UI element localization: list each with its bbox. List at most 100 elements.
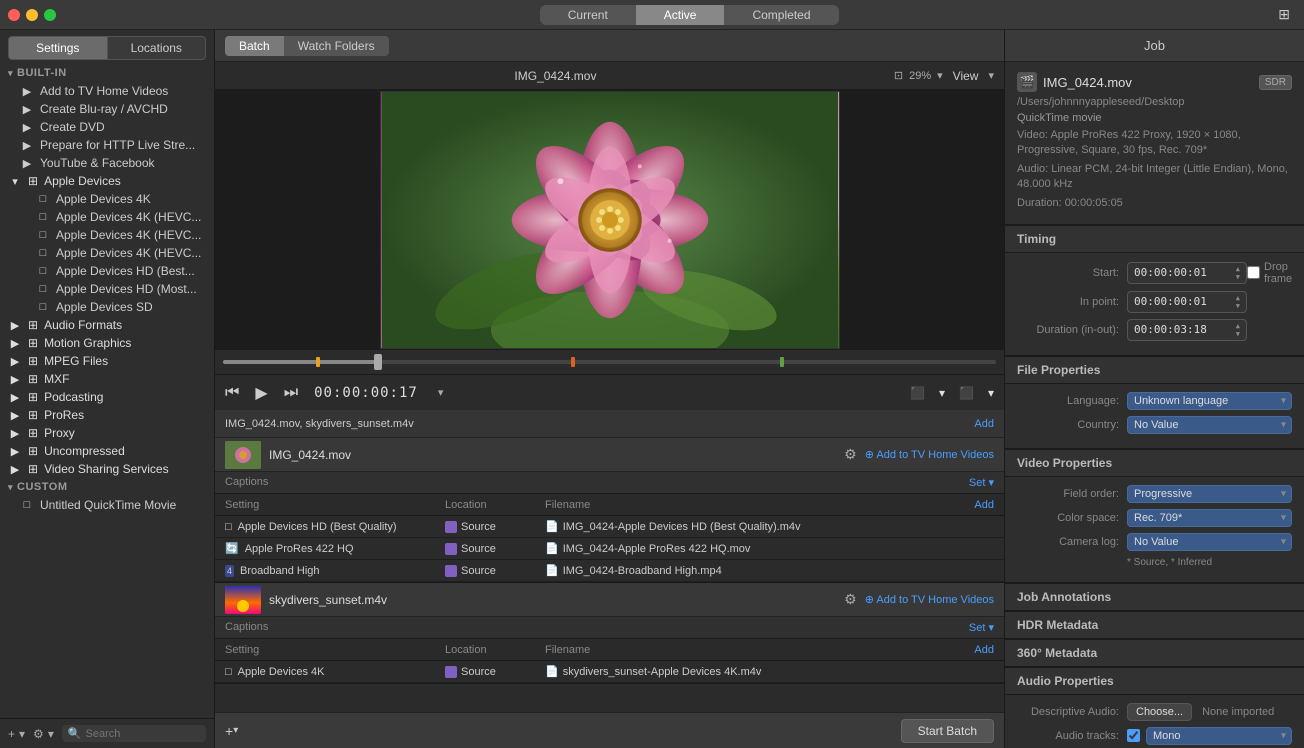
file-2-output-add-button[interactable]: Add — [974, 644, 994, 656]
section-custom[interactable]: ▾ CUSTOM — [0, 478, 214, 496]
sidebar-item-apple-sd[interactable]: □ Apple Devices SD — [0, 298, 214, 316]
mark-in-button[interactable]: ⬛ — [904, 384, 931, 402]
start-batch-button[interactable]: Start Batch — [901, 719, 994, 743]
timecode-display: 00:00:00:17 — [314, 385, 418, 401]
field-order-select[interactable]: Progressive — [1127, 485, 1292, 503]
section-file-props[interactable]: File Properties — [1005, 356, 1304, 384]
drop-frame-checkbox[interactable] — [1247, 266, 1260, 279]
duration-timecode-input[interactable]: 00:00:03:18 ▲▼ — [1127, 319, 1247, 341]
search-input[interactable] — [86, 728, 200, 740]
sidebar-item-bluray[interactable]: ▶ Create Blu-ray / AVCHD — [0, 100, 214, 118]
batch-header: IMG_0424.mov, skydivers_sunset.m4v Add — [215, 410, 1004, 438]
sidebar-group-proxy[interactable]: ▶ ⊞ Proxy — [0, 424, 214, 442]
output-2-setting: Apple ProRes 422 HQ — [245, 543, 354, 555]
right-panel: Job 🎬 IMG_0424.mov SDR /Users/johnnnyapp… — [1004, 30, 1304, 748]
language-select[interactable]: Unknown language — [1127, 392, 1292, 410]
camera-log-label: Camera log: — [1017, 536, 1127, 548]
add-item-button[interactable]: + — [225, 723, 233, 739]
camera-log-select[interactable]: No Value — [1127, 533, 1292, 551]
sidebar-item-apple-4k-hevc2[interactable]: □ Apple Devices 4K (HEVC... — [0, 226, 214, 244]
maximize-button[interactable] — [44, 9, 56, 21]
gear-icon: ⚙ — [33, 727, 44, 741]
videoshare-group-icon: ▶ — [8, 462, 22, 476]
play-button[interactable]: ▶ — [255, 383, 267, 403]
audio-mono-select[interactable]: Mono — [1146, 727, 1292, 745]
file-1-add-to-button[interactable]: ⊕ Add to TV Home Videos — [865, 448, 994, 461]
sidebar-item-add-to-tv[interactable]: ▶ Add to TV Home Videos — [0, 82, 214, 100]
output-1-icon: □ — [225, 521, 232, 533]
section-video-props[interactable]: Video Properties — [1005, 449, 1304, 477]
sidebar-group-mxf[interactable]: ▶ ⊞ MXF — [0, 370, 214, 388]
batch-add-button[interactable]: Add — [974, 418, 994, 430]
file-1-output-add-button[interactable]: Add — [974, 499, 994, 511]
sidebar-group-audio-formats[interactable]: ▶ ⊞ Audio Formats — [0, 316, 214, 334]
camera-log-select-wrapper: No Value — [1127, 533, 1292, 551]
go-to-end-button[interactable]: ⏭ — [284, 384, 298, 402]
sidebar-tab-locations[interactable]: Locations — [108, 36, 207, 60]
output-3-setting: Broadband High — [240, 565, 320, 577]
section-job-annotations[interactable]: Job Annotations — [1005, 583, 1304, 611]
section-hdr-metadata[interactable]: HDR Metadata — [1005, 611, 1304, 639]
mark-out-button[interactable]: ⬛ — [953, 384, 980, 402]
close-button[interactable] — [8, 9, 20, 21]
setting-col-header: Setting — [225, 499, 445, 511]
sidebar-group-motion-graphics[interactable]: ▶ ⊞ Motion Graphics — [0, 334, 214, 352]
audio-track-checkbox[interactable] — [1127, 729, 1140, 742]
add-preset-button[interactable]: + ▾ — [8, 727, 25, 741]
tab-batch[interactable]: Batch — [225, 36, 284, 56]
go-to-start-button[interactable]: ⏮ — [225, 384, 239, 402]
sidebar-item-apple-hd-best[interactable]: □ Apple Devices HD (Best... — [0, 262, 214, 280]
job-file-section: 🎬 IMG_0424.mov SDR /Users/johnnnyapplese… — [1005, 62, 1304, 225]
sidebar-group-apple-devices[interactable]: ▾ ⊞ Apple Devices — [0, 172, 214, 190]
layout-icon[interactable]: ⊞ — [1272, 4, 1296, 25]
sidebar-group-mpeg[interactable]: ▶ ⊞ MPEG Files — [0, 352, 214, 370]
tab-completed[interactable]: Completed — [724, 5, 838, 25]
country-select[interactable]: No Value — [1127, 416, 1292, 434]
tab-current[interactable]: Current — [540, 5, 636, 25]
start-timecode-input[interactable]: 00:00:00:01 ▲▼ — [1127, 262, 1247, 284]
file-1-section: IMG_0424.mov ⚙ ⊕ Add to TV Home Videos C… — [215, 438, 1004, 583]
drop-frame-label: Drop frame — [1247, 261, 1292, 285]
sidebar-tab-settings[interactable]: Settings — [8, 36, 108, 60]
section-builtin[interactable]: ▾ BUILT-IN — [0, 64, 214, 82]
file-1-thumbnail — [225, 441, 261, 469]
file-2-output-header: Setting Location Filename Add — [215, 639, 1004, 661]
sidebar-group-podcasting[interactable]: ▶ ⊞ Podcasting — [0, 388, 214, 406]
sidebar-group-video-sharing[interactable]: ▶ ⊞ Video Sharing Services — [0, 460, 214, 478]
sidebar-group-uncompressed[interactable]: ▶ ⊞ Uncompressed — [0, 442, 214, 460]
location-col-header: Location — [445, 499, 545, 511]
add-dropdown-button[interactable]: ▾ — [233, 725, 238, 736]
set-label-2[interactable]: Set ▾ — [969, 621, 994, 634]
inpoint-timecode-input[interactable]: 00:00:00:01 ▲▼ — [1127, 291, 1247, 313]
section-timing[interactable]: Timing — [1005, 225, 1304, 253]
sidebar-item-apple-hd-most[interactable]: □ Apple Devices HD (Most... — [0, 280, 214, 298]
scrubber-thumb[interactable] — [374, 354, 382, 370]
sidebar-item-untitled-quicktime[interactable]: □ Untitled QuickTime Movie — [0, 496, 214, 514]
set-label[interactable]: Set ▾ — [969, 476, 994, 489]
tab-watch-folders[interactable]: Watch Folders — [284, 36, 389, 56]
section-audio-props[interactable]: Audio Properties — [1005, 667, 1304, 695]
timecode-arrows: ▲▼ — [1236, 265, 1240, 281]
choose-button[interactable]: Choose... — [1127, 703, 1192, 721]
minimize-button[interactable] — [26, 9, 38, 21]
view-button[interactable]: View — [949, 69, 983, 83]
scrubber-area[interactable] — [215, 350, 1004, 374]
sidebar-item-apple-4k-hevc1[interactable]: □ Apple Devices 4K (HEVC... — [0, 208, 214, 226]
sidebar-item-youtube[interactable]: ▶ YouTube & Facebook — [0, 154, 214, 172]
file-2-add-to-button[interactable]: ⊕ Add to TV Home Videos — [865, 593, 994, 606]
tab-active[interactable]: Active — [636, 5, 725, 25]
output-f2-1-setting: Apple Devices 4K — [238, 666, 325, 678]
sidebar-item-apple-4k[interactable]: □ Apple Devices 4K — [0, 190, 214, 208]
timecode-dropdown-icon[interactable]: ▾ — [438, 386, 444, 399]
scrubber-track[interactable] — [223, 360, 996, 364]
sidebar-item-apple-4k-hevc3[interactable]: □ Apple Devices 4K (HEVC... — [0, 244, 214, 262]
file-1-header: IMG_0424.mov ⚙ ⊕ Add to TV Home Videos — [215, 438, 1004, 472]
color-space-select[interactable]: Rec. 709* — [1127, 509, 1292, 527]
sidebar-item-dvd[interactable]: ▶ Create DVD — [0, 118, 214, 136]
file-1-gear-button[interactable]: ⚙ — [844, 446, 857, 463]
sidebar-group-prores[interactable]: ▶ ⊞ ProRes — [0, 406, 214, 424]
file-2-gear-button[interactable]: ⚙ — [844, 591, 857, 608]
gear-settings-button[interactable]: ⚙ ▾ — [33, 727, 54, 741]
section-360-metadata[interactable]: 360° Metadata — [1005, 639, 1304, 667]
sidebar-item-http[interactable]: ▶ Prepare for HTTP Live Stre... — [0, 136, 214, 154]
